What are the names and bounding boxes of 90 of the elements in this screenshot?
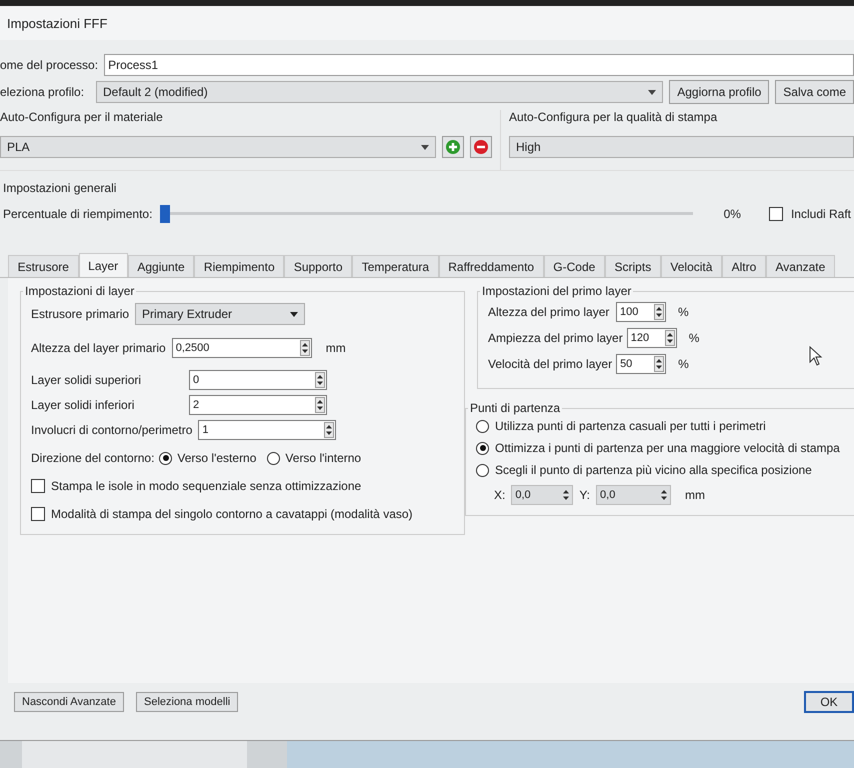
field-label: Involucri di contorno/perimetro (31, 423, 192, 437)
radio-label: Verso l'interno (285, 451, 362, 465)
spin-arrows-icon (315, 372, 325, 388)
number-field[interactable]: 120 (626, 328, 677, 348)
group-title: Punti di partenza (469, 401, 562, 415)
caret-icon (290, 312, 298, 316)
number-field[interactable]: 0 (189, 370, 327, 390)
unit-label: % (678, 357, 689, 371)
footer-button[interactable]: Nascondi Avanzate (14, 692, 124, 712)
number-field[interactable]: 50 (616, 354, 666, 374)
spin-arrows-icon (324, 422, 334, 438)
field-label: Y: (579, 488, 590, 502)
field-label: eleziona profilo: (0, 85, 86, 99)
tab[interactable]: Aggiunte (128, 255, 194, 277)
field-label: Velocità del primo layer (488, 357, 612, 371)
field-label: Estrusore primario (31, 307, 130, 321)
group-title: Auto-Configura per il materiale (0, 110, 164, 124)
profile-button[interactable]: Salva come (775, 80, 854, 104)
unit-label: mm (685, 488, 706, 502)
number-field[interactable]: 100 (616, 302, 666, 322)
tab[interactable]: Riempimento (194, 255, 284, 277)
process-name-field[interactable]: Process1 (104, 54, 854, 76)
tab[interactable]: Estrusore (8, 255, 79, 277)
spin-arrows-icon (315, 397, 325, 413)
tab[interactable]: Scripts (604, 255, 661, 277)
spin-arrows-icon (654, 304, 664, 320)
field-label: Layer solidi inferiori (31, 398, 136, 412)
extruder-dropdown[interactable]: Primary Extruder (135, 303, 306, 325)
slider-thumb[interactable] (160, 205, 170, 223)
add-button[interactable] (442, 136, 464, 158)
radio-label: Verso l'esterno (177, 451, 256, 465)
tab[interactable]: Layer (78, 253, 128, 277)
checkbox-label: Stampa le isole in modo sequenziale senza ottimizzazione (51, 479, 362, 493)
tab[interactable]: Temperatura (352, 255, 439, 277)
profile-button[interactable]: Aggiorna profilo (669, 80, 770, 104)
spin-arrows-icon (664, 330, 675, 346)
radio-button[interactable] (267, 452, 280, 464)
number-field[interactable]: 1 (198, 420, 336, 440)
group-title: Auto-Configura per la qualità di stampa (509, 110, 718, 124)
field-label: ome del processo: (0, 58, 98, 72)
unit-label: mm (326, 341, 346, 355)
spin-arrows-icon (654, 356, 664, 372)
field-label: Ampiezza del primo layer (488, 331, 623, 345)
ok-button[interactable]: OK (804, 691, 854, 713)
mouse-pointer-icon (809, 346, 823, 366)
plus-icon (445, 139, 461, 155)
minus-icon (473, 139, 489, 155)
remove-button[interactable] (470, 136, 492, 158)
radio-button[interactable] (476, 464, 489, 476)
radio-button[interactable] (159, 452, 172, 464)
tab[interactable]: Velocità (660, 255, 722, 277)
field-label: Layer solidi superiori (31, 373, 142, 387)
caret-icon (648, 90, 656, 94)
unit-label: % (678, 305, 689, 319)
number-field[interactable]: 2 (189, 395, 327, 415)
tab[interactable]: Avanzate (766, 255, 835, 277)
radio-label: Ottimizza i punti di partenza per una maggiore velocità di stampa (495, 441, 840, 455)
checkbox-label: Modalità di stampa del singolo contorno a cavatappi (modalità vaso) (51, 507, 413, 521)
radio-label: Scegli il punto di partenza più vicino alla specifica posizione (495, 463, 812, 477)
radio-button[interactable] (476, 442, 489, 454)
group-title: Impostazioni del primo layer (481, 284, 632, 298)
field-label: Direzione del contorno: (31, 451, 154, 465)
unit-label: % (688, 331, 700, 345)
caret-icon (421, 144, 429, 150)
field-label: Altezza del layer primario (31, 341, 166, 355)
raft-checkbox[interactable] (768, 207, 783, 221)
tab[interactable]: Altro (722, 255, 766, 277)
tab[interactable]: Supporto (284, 255, 352, 277)
checkbox[interactable] (31, 479, 45, 493)
radio-label: Utilizza punti di partenza casuali per tutti i perimetri (495, 419, 766, 433)
tab[interactable]: G-Code (544, 255, 605, 277)
infill-label: Percentuale di riempimento: (3, 207, 152, 221)
x-field[interactable]: 0,0 (511, 485, 574, 505)
window-title: Impostazioni FFF (7, 16, 108, 30)
checkbox[interactable] (31, 507, 45, 521)
group-title: Impostazioni di layer (24, 284, 136, 298)
infill-reading: 0% (722, 207, 741, 221)
group-title: Impostazioni generali (3, 181, 118, 195)
y-field[interactable]: 0,0 (596, 485, 672, 505)
field-label: Altezza del primo layer (488, 305, 610, 319)
spin-arrows-icon (300, 340, 310, 356)
material-dropdown[interactable]: PLA (0, 136, 436, 158)
radio-button[interactable] (476, 420, 489, 432)
layer-height-field[interactable]: 0,2500 (172, 338, 312, 358)
field-label: X: (494, 488, 506, 502)
footer-button[interactable]: Seleziona modelli (136, 692, 238, 712)
profile-dropdown[interactable]: Default 2 (modified) (96, 81, 664, 103)
quality-dropdown[interactable]: High (509, 136, 854, 158)
checkbox-label: Includi Raft (790, 207, 851, 221)
tab[interactable]: Raffreddamento (438, 255, 544, 277)
